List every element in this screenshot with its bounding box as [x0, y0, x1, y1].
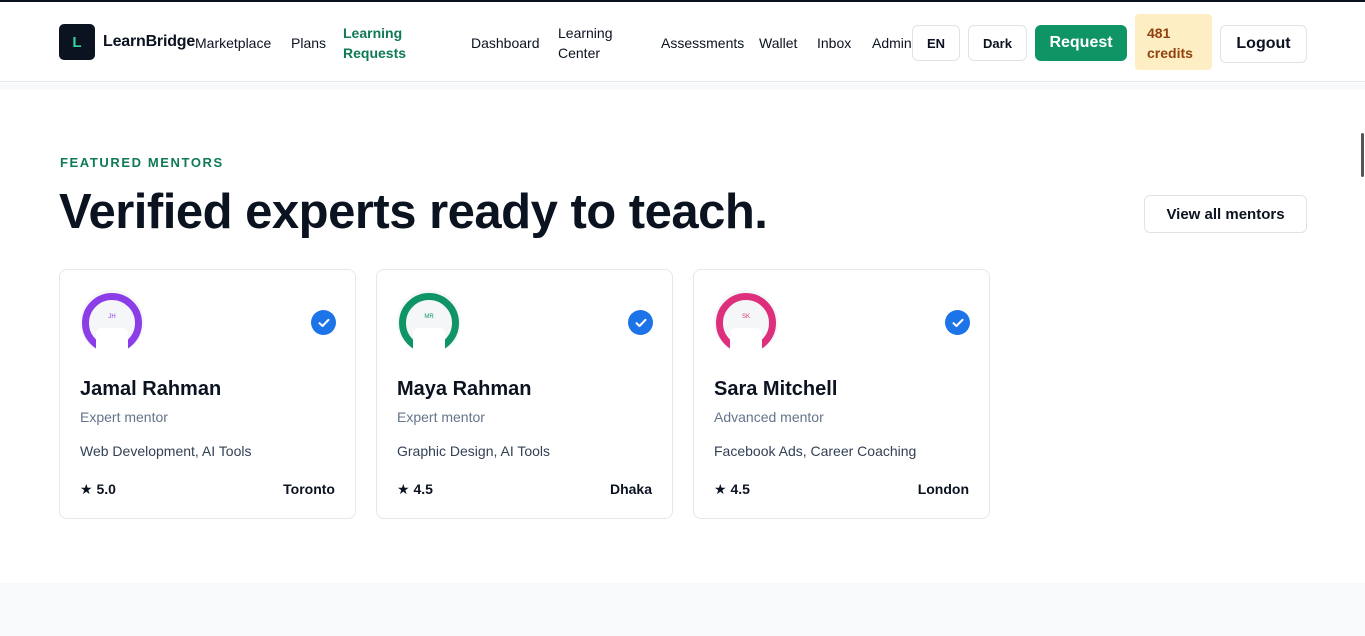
nav-marketplace[interactable]: Marketplace — [195, 33, 271, 53]
mentor-rating: ★ 5.0 — [80, 481, 116, 497]
section-divider — [0, 83, 1365, 90]
credits-badge[interactable]: 481 credits — [1135, 14, 1212, 70]
mentor-skills: Web Development, AI Tools — [80, 443, 252, 459]
nav-wallet[interactable]: Wallet — [759, 33, 797, 53]
mentor-skills: Graphic Design, AI Tools — [397, 443, 551, 459]
next-section-background — [0, 583, 1365, 636]
nav-plans[interactable]: Plans — [291, 33, 326, 53]
mentor-rating: ★ 4.5 — [714, 481, 750, 497]
scrollbar-thumb[interactable] — [1361, 133, 1364, 177]
mentor-city: Toronto — [283, 481, 335, 497]
logo-icon[interactable]: L — [59, 24, 95, 60]
mentor-name[interactable]: Jamal Rahman — [80, 378, 221, 401]
mentor-level: Expert mentor — [80, 409, 168, 425]
logout-button[interactable]: Logout — [1220, 25, 1307, 63]
view-all-mentors-button[interactable]: View all mentors — [1144, 195, 1307, 233]
mentor-level: Advanced mentor — [714, 409, 824, 425]
nav-inbox[interactable]: Inbox — [817, 33, 851, 53]
avatar-initials: JH — [108, 314, 116, 320]
mentor-name[interactable]: Sara Mitchell — [714, 378, 837, 401]
avatar-initials: MR — [424, 314, 434, 320]
avatar: SK — [714, 290, 778, 354]
mentor-card[interactable]: MR Maya Rahman Expert mentor Graphic Des… — [376, 269, 673, 519]
credits-amount: 481 — [1147, 25, 1171, 41]
verified-check-icon — [311, 310, 336, 335]
section-headline: Verified experts ready to teach. — [59, 185, 768, 239]
language-button[interactable]: EN — [912, 25, 960, 61]
avatar-silhouette — [730, 328, 762, 354]
avatar-silhouette — [413, 328, 445, 354]
mentor-skills: Facebook Ads, Career Coaching — [714, 443, 917, 459]
nav-dashboard[interactable]: Dashboard — [471, 33, 540, 53]
theme-toggle-button[interactable]: Dark — [968, 25, 1027, 61]
mentor-rating: ★ 4.5 — [397, 481, 433, 497]
avatar: MR — [397, 290, 461, 354]
brand-name[interactable]: LearnBridge — [103, 33, 195, 51]
nav-admin[interactable]: Admin — [872, 33, 912, 53]
section-eyebrow: FEATURED MENTORS — [60, 155, 224, 170]
nav-learning-center[interactable]: Learning Center — [558, 23, 628, 63]
avatar-initials: SK — [741, 314, 750, 320]
verified-check-icon — [945, 310, 970, 335]
top-navigation-bar: L LearnBridge Marketplace Plans Learning… — [0, 2, 1365, 82]
mentor-card[interactable]: SK Sara Mitchell Advanced mentor Faceboo… — [693, 269, 990, 519]
request-button[interactable]: Request — [1035, 25, 1127, 61]
mentor-card[interactable]: JH Jamal Rahman Expert mentor Web Develo… — [59, 269, 356, 519]
avatar: JH — [80, 290, 144, 354]
credits-label: credits — [1147, 45, 1193, 61]
scrollbar-track[interactable] — [1360, 0, 1365, 636]
mentor-name[interactable]: Maya Rahman — [397, 378, 532, 401]
nav-learning-requests[interactable]: Learning Requests — [343, 23, 423, 63]
nav-assessments[interactable]: Assessments — [661, 33, 744, 53]
mentor-level: Expert mentor — [397, 409, 485, 425]
verified-check-icon — [628, 310, 653, 335]
avatar-silhouette — [96, 328, 128, 354]
mentor-city: Dhaka — [609, 481, 652, 497]
mentor-city: London — [917, 481, 969, 497]
